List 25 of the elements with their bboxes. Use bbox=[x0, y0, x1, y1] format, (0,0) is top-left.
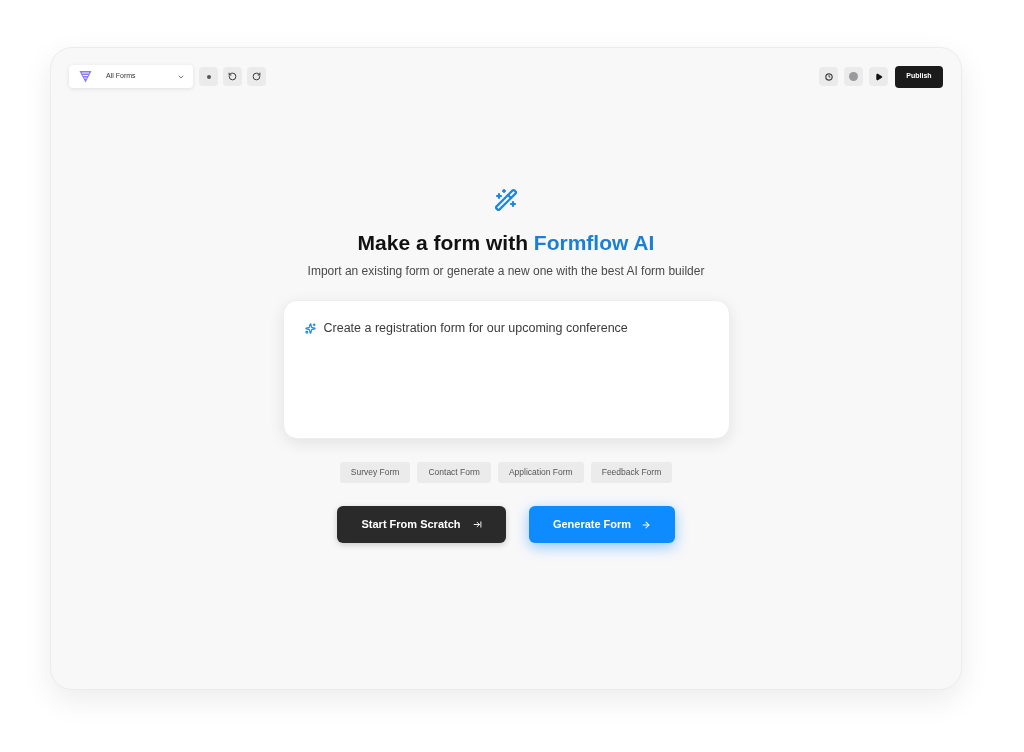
dot-icon bbox=[206, 74, 211, 79]
undo-icon bbox=[228, 72, 237, 81]
template-chip[interactable]: Contact Form bbox=[417, 462, 491, 483]
magic-wand-icon bbox=[494, 188, 518, 212]
arrow-to-line-icon bbox=[472, 520, 482, 529]
template-chip[interactable]: Application Form bbox=[497, 462, 584, 483]
triangle-logo-icon bbox=[79, 70, 92, 83]
sparkle-icon bbox=[304, 323, 316, 334]
clock-button[interactable] bbox=[819, 67, 838, 86]
redo-icon bbox=[252, 72, 261, 81]
undo-button[interactable] bbox=[223, 67, 242, 86]
dot-button[interactable] bbox=[199, 67, 218, 86]
clock-icon bbox=[824, 72, 833, 81]
circle-icon bbox=[849, 72, 858, 81]
start-from-scratch-button[interactable]: Start From Scratch bbox=[337, 506, 506, 543]
play-button[interactable] bbox=[869, 67, 888, 86]
arrow-right-icon bbox=[641, 519, 652, 530]
page-title: Make a form with Formflow AI bbox=[357, 230, 655, 256]
circle-button[interactable] bbox=[844, 67, 863, 86]
play-icon bbox=[874, 72, 883, 81]
redo-button[interactable] bbox=[247, 67, 266, 86]
template-chip[interactable]: Survey Form bbox=[339, 462, 411, 483]
prompt-field[interactable]: Create a registration form for our upcoming conference bbox=[282, 300, 730, 439]
template-chip[interactable]: Feedback Form bbox=[590, 462, 673, 483]
page-subtitle: Import an existing form or generate a new one with the best AI form builder bbox=[307, 264, 705, 279]
